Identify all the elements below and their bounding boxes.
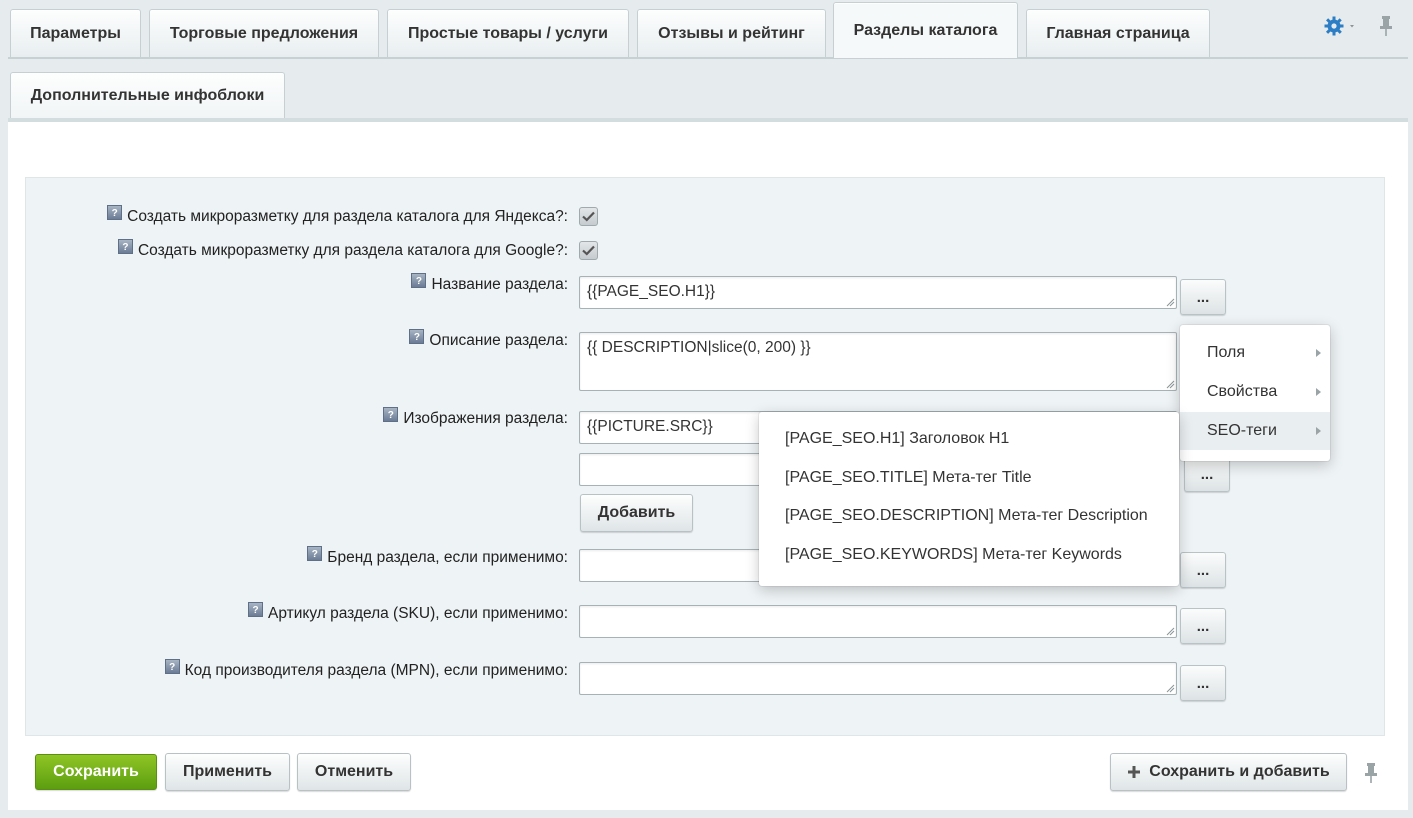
tab-divider: [8, 57, 1408, 59]
plus-icon: [1128, 766, 1141, 778]
label-text: Изображения раздела:: [403, 410, 568, 427]
tab-main-page[interactable]: Главная страница: [1026, 9, 1210, 57]
tab-catalog-sections[interactable]: Разделы каталога: [833, 2, 1018, 58]
help-icon[interactable]: ?: [409, 329, 425, 344]
help-icon[interactable]: ?: [307, 546, 323, 561]
label-text: Бренд раздела, если применимо:: [327, 549, 568, 566]
yandex-checkbox[interactable]: [579, 207, 598, 226]
save-and-add-button[interactable]: Сохранить и добавить: [1110, 753, 1347, 791]
help-icon[interactable]: ?: [248, 602, 264, 617]
menu-item-label: [PAGE_SEO.H1] Заголовок H1: [785, 430, 1010, 447]
pin-icon[interactable]: [1378, 14, 1394, 38]
google-label: ? Создать микроразметку для раздела катал…: [117, 239, 568, 260]
tab-label: Параметры: [30, 24, 121, 42]
check-icon: [582, 245, 595, 256]
help-icon[interactable]: ?: [411, 273, 427, 288]
label-text: Создать микроразметку для раздела катало…: [137, 242, 568, 259]
button-label: ...: [1196, 561, 1210, 579]
button-label: Применить: [182, 763, 272, 780]
section-name-dots-button[interactable]: ...: [1180, 279, 1226, 315]
brand-dots-button[interactable]: ...: [1180, 552, 1226, 588]
apply-button[interactable]: Применить: [165, 753, 290, 791]
section-images-label: ? Изображения раздела:: [383, 407, 568, 428]
footer-pin-icon[interactable]: [1363, 761, 1379, 785]
check-icon: [582, 211, 595, 222]
label-text: Описание раздела:: [429, 332, 568, 349]
input-value: {{PAGE_SEO.H1}}: [587, 283, 716, 300]
button-label: ...: [1196, 674, 1210, 692]
button-label: ...: [1196, 617, 1210, 635]
settings-gear-icon[interactable]: [1323, 14, 1359, 38]
tab-reviews[interactable]: Отзывы и рейтинг: [637, 9, 826, 57]
menu-item-label: Свойства: [1207, 383, 1278, 400]
tab-additional-infoblocks[interactable]: Дополнительные инфоблоки: [10, 72, 285, 118]
section-desc-label: ? Описание раздела:: [409, 329, 568, 350]
tab-offers[interactable]: Торговые предложения: [149, 9, 379, 57]
tab-parameters[interactable]: Параметры: [10, 9, 141, 57]
help-icon[interactable]: ?: [117, 239, 133, 254]
cancel-button[interactable]: Отменить: [297, 753, 411, 791]
tab-label: Отзывы и рейтинг: [658, 24, 805, 42]
resize-handle-icon[interactable]: [1165, 379, 1175, 389]
tab-label: Разделы каталога: [853, 21, 998, 39]
brand-label: ? Бренд раздела, если применимо:: [307, 546, 568, 567]
button-label: Сохранить и добавить: [1149, 763, 1330, 780]
menu-item-label: [PAGE_SEO.DESCRIPTION] Мета-тег Descript…: [785, 507, 1148, 524]
section-images-dots-button[interactable]: ...: [1184, 456, 1230, 492]
sku-label: ? Артикул раздела (SKU), если применимо:: [248, 602, 568, 623]
tab-label: Главная страница: [1046, 24, 1190, 42]
mpn-label: ? Код производителя раздела (MPN), если п…: [164, 659, 568, 680]
label-text: Название раздела:: [431, 276, 568, 293]
menu-item-seo-h1[interactable]: [PAGE_SEO.H1] Заголовок H1: [759, 420, 1179, 458]
button-label: Отменить: [314, 763, 394, 780]
label-text: Код производителя раздела (MPN), если пр…: [184, 662, 568, 679]
menu-item-label: [PAGE_SEO.TITLE] Мета-тег Title: [785, 469, 1032, 486]
menu-item-label: SEO-теги: [1207, 422, 1277, 439]
section-desc-input[interactable]: {{ DESCRIPTION|slice(0, 200) }}: [579, 332, 1177, 391]
resize-handle-icon[interactable]: [1165, 683, 1175, 693]
label-text: Артикул раздела (SKU), если применимо:: [268, 605, 568, 622]
menu-item-seo-tags[interactable]: SEO-теги: [1180, 412, 1330, 450]
menu-item-seo-description[interactable]: [PAGE_SEO.DESCRIPTION] Мета-тег Descript…: [759, 497, 1179, 535]
menu-item-label: [PAGE_SEO.KEYWORDS] Мета-тег Keywords: [785, 546, 1122, 563]
save-button[interactable]: Сохранить: [35, 754, 157, 790]
tab-simple-goods[interactable]: Простые товары / услуги: [387, 9, 629, 57]
menu-item-fields[interactable]: Поля: [1180, 334, 1330, 372]
label-text: Создать микроразметку для раздела катало…: [127, 208, 568, 225]
button-label: ...: [1196, 288, 1210, 306]
seo-tags-submenu: [PAGE_SEO.H1] Заголовок H1 [PAGE_SEO.TIT…: [759, 412, 1179, 586]
menu-item-properties[interactable]: Свойства: [1180, 373, 1330, 411]
chevron-right-icon: [1316, 388, 1321, 396]
help-icon[interactable]: ?: [164, 659, 180, 674]
resize-handle-icon[interactable]: [1165, 626, 1175, 636]
help-icon[interactable]: ?: [383, 407, 399, 422]
chevron-right-icon: [1316, 427, 1321, 435]
section-name-label: ? Название раздела:: [411, 273, 568, 294]
add-image-button[interactable]: Добавить: [580, 494, 693, 532]
chevron-right-icon: [1316, 349, 1321, 357]
menu-item-seo-keywords[interactable]: [PAGE_SEO.KEYWORDS] Мета-тег Keywords: [759, 536, 1179, 574]
sku-dots-button[interactable]: ...: [1180, 608, 1226, 644]
resize-handle-icon[interactable]: [1165, 297, 1175, 307]
menu-item-label: Поля: [1207, 344, 1246, 361]
button-label: ...: [1200, 465, 1214, 483]
yandex-label: ? Создать микроразметку для раздела катал…: [107, 205, 568, 226]
button-label: Сохранить: [53, 763, 139, 780]
menu-item-seo-title[interactable]: [PAGE_SEO.TITLE] Мета-тег Title: [759, 459, 1179, 497]
mpn-input[interactable]: [579, 662, 1177, 695]
tab-label: Простые товары / услуги: [407, 24, 609, 42]
sku-input[interactable]: [579, 605, 1177, 638]
insert-menu: Поля Свойства SEO-теги: [1180, 325, 1330, 461]
button-label: Добавить: [597, 504, 676, 521]
tab-label: Торговые предложения: [169, 24, 359, 42]
tab-label: Дополнительные инфоблоки: [30, 86, 265, 104]
help-icon[interactable]: ?: [107, 205, 123, 220]
mpn-dots-button[interactable]: ...: [1180, 665, 1226, 701]
section-name-input[interactable]: {{PAGE_SEO.H1}}: [579, 276, 1177, 309]
input-value: {{PICTURE.SRC}}: [587, 418, 713, 435]
google-checkbox[interactable]: [579, 241, 598, 260]
input-value: {{ DESCRIPTION|slice(0, 200) }}: [587, 339, 811, 356]
